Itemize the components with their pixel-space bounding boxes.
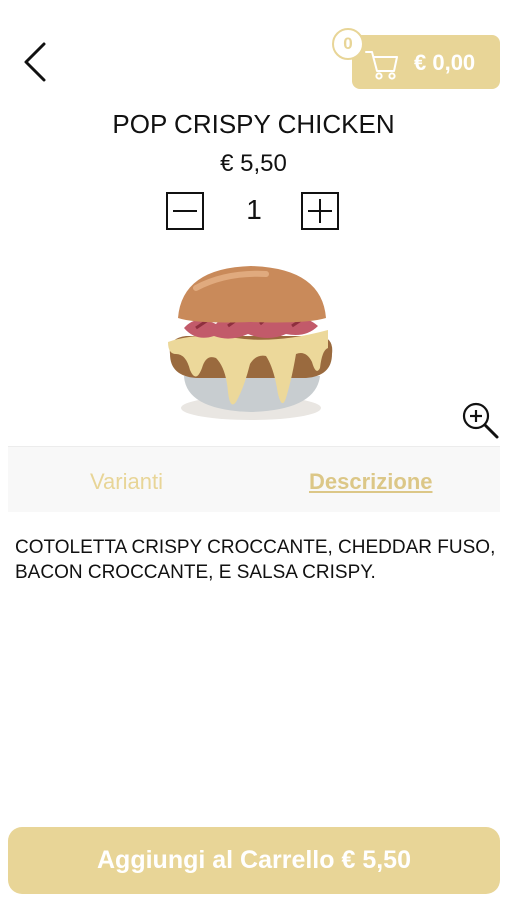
quantity-value: 1 bbox=[246, 194, 262, 225]
zoom-in-icon bbox=[462, 402, 499, 439]
quantity-decrease-button[interactable] bbox=[166, 192, 204, 230]
quantity-increase-button[interactable] bbox=[301, 192, 339, 230]
tab-bar: Varianti Descrizione bbox=[8, 446, 500, 512]
product-description: COTOLETTA CRISPY CROCCANTE, CHEDDAR FUSO… bbox=[15, 537, 496, 583]
product-title: POP CRISPY CHICKEN bbox=[112, 109, 395, 139]
add-to-cart-button[interactable]: Aggiungi al Carrello € 5,50 bbox=[8, 827, 500, 894]
tab-descrizione[interactable]: Descrizione bbox=[309, 469, 433, 495]
product-price: € 5,50 bbox=[220, 150, 287, 177]
add-to-cart-label: Aggiungi al Carrello € 5,50 bbox=[97, 846, 411, 874]
burger-image bbox=[168, 266, 333, 420]
cart-button[interactable]: € 0,00 bbox=[352, 35, 500, 89]
chevron-left-icon bbox=[24, 42, 46, 82]
tab-varianti[interactable]: Varianti bbox=[90, 469, 163, 495]
cart-total: € 0,00 bbox=[414, 50, 476, 75]
back-button[interactable] bbox=[18, 40, 54, 84]
cart-count-badge: 0 bbox=[332, 28, 364, 60]
zoom-button[interactable] bbox=[460, 400, 500, 440]
shopping-cart-icon bbox=[365, 51, 398, 80]
